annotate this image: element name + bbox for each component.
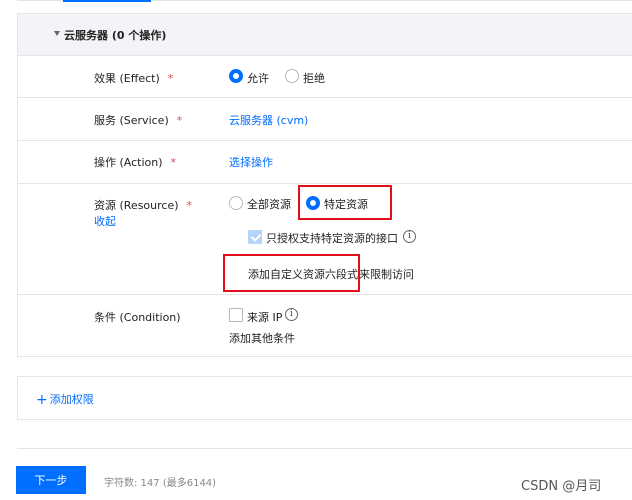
action-label: 操作 (Action) *	[94, 156, 177, 169]
next-step-button[interactable]: 下一步	[16, 466, 86, 494]
row-divider	[18, 97, 632, 98]
radio-all-resources-label[interactable]: 全部资源	[247, 196, 291, 212]
add-resource-suffix: 来限制访问	[359, 268, 414, 281]
add-condition-link[interactable]: 添加其他条件	[229, 330, 295, 346]
specific-api-checkbox[interactable]	[248, 230, 262, 244]
radio-allow[interactable]	[229, 69, 243, 83]
add-permission-panel: + 添加权限	[17, 376, 632, 420]
radio-deny-label[interactable]: 拒绝	[303, 70, 325, 86]
service-value-link[interactable]: 云服务器 (cvm)	[229, 112, 308, 128]
info-circle-icon[interactable]: i	[285, 308, 298, 321]
resource-label: 资源 (Resource) *	[94, 199, 193, 212]
top-divider	[17, 0, 632, 2]
collapse-link[interactable]: 收起	[94, 213, 116, 229]
source-ip-checkbox-label[interactable]: 来源 IP	[247, 309, 282, 325]
effect-label: 效果 (Effect) *	[94, 72, 174, 85]
radio-allow-label[interactable]: 允许	[247, 70, 269, 86]
caret-down-icon[interactable]	[54, 31, 60, 36]
source-ip-checkbox[interactable]	[229, 308, 243, 322]
add-permission-link[interactable]: + 添加权限	[36, 391, 94, 408]
active-tab-indicator	[63, 0, 151, 2]
row-divider	[18, 140, 632, 141]
char-count: 字符数: 147 (最多6144)	[104, 478, 217, 489]
highlight-box	[223, 254, 360, 292]
service-label: 服务 (Service) *	[94, 114, 183, 127]
radio-deny[interactable]	[285, 69, 299, 83]
condition-label: 条件 (Condition)	[94, 311, 181, 324]
panel-header[interactable]: 云服务器 (0 个操作)	[18, 14, 632, 56]
plus-icon: +	[36, 392, 48, 408]
radio-all-resources[interactable]	[229, 196, 243, 210]
watermark: CSDN @月司	[521, 479, 602, 494]
info-circle-icon[interactable]: i	[403, 230, 416, 243]
select-action-link[interactable]: 选择操作	[229, 154, 273, 170]
specific-api-checkbox-label[interactable]: 只授权支持特定资源的接口	[266, 230, 398, 246]
row-divider	[18, 183, 632, 184]
service-panel: 云服务器 (0 个操作) 效果 (Effect) * 允许 拒绝 服务 (Serv…	[17, 13, 632, 357]
panel-title: 云服务器 (0 个操作)	[64, 29, 167, 42]
footer-divider	[17, 448, 632, 449]
row-divider	[18, 294, 632, 295]
highlight-box	[298, 185, 392, 220]
